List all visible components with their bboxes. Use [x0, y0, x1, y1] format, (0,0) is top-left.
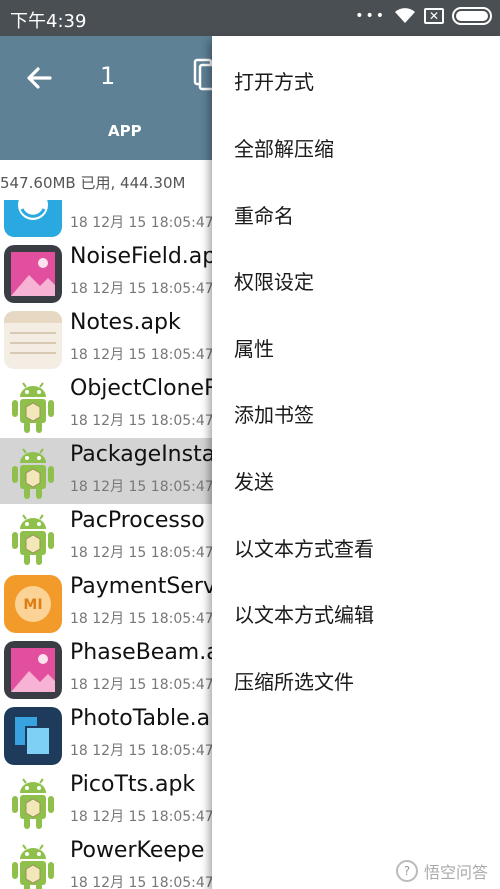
mi-icon: MI: [4, 575, 62, 633]
watermark: ? 悟空问答: [395, 859, 488, 883]
file-name: PicoTts.apk: [70, 772, 196, 797]
file-name: PhaseBeam.a: [70, 640, 220, 665]
file-name: PaymentServ: [70, 574, 216, 599]
menu-item-rename[interactable]: 重命名: [234, 200, 294, 229]
android-icon: [4, 377, 62, 435]
watermark-text: 悟空问答: [423, 863, 488, 882]
status-time: 下午4:39: [10, 11, 87, 32]
file-name: ObjectCloneR: [70, 376, 220, 401]
menu-item-properties[interactable]: 属性: [234, 333, 274, 362]
storage-info: 547.60MB 已用, 444.30M: [0, 174, 186, 192]
signal-dots-icon: •••: [355, 8, 386, 24]
file-meta: 18 12月 15 18:05:47: [70, 545, 214, 561]
android-icon: [4, 773, 62, 831]
sim-x-icon: ✕: [424, 8, 444, 24]
menu-item-add-bookmark[interactable]: 添加书签: [234, 399, 314, 428]
tab-app[interactable]: APP: [108, 122, 142, 140]
file-meta: 18 12月 15 18:05:47: [70, 875, 214, 889]
file-name: PacProcesso: [70, 508, 205, 533]
status-icons: ••• ✕: [355, 7, 492, 25]
file-name: PhotoTable.a: [70, 706, 211, 731]
gallery-icon: [4, 245, 62, 303]
notes-icon: [4, 311, 62, 369]
file-meta: 18 12月 15 18:05:47: [70, 611, 214, 627]
file-name: Notes.apk: [70, 310, 181, 335]
file-meta: 18 12月 15 18:05:47: [70, 347, 214, 363]
wifi-icon: [395, 8, 415, 23]
menu-item-send[interactable]: 发送: [234, 466, 274, 495]
file-meta: 18 12月 15 18:05:47: [70, 215, 214, 231]
file-meta: 18 12月 15 18:05:47: [70, 809, 214, 825]
menu-item-view-as-text[interactable]: 以文本方式查看: [234, 533, 374, 562]
menu-item-permissions[interactable]: 权限设定: [234, 266, 314, 295]
selected-count: 1: [100, 62, 116, 90]
file-name: PackageInsta: [70, 442, 216, 467]
android-icon: [4, 509, 62, 567]
file-meta: 18 12月 15 18:05:47: [70, 677, 214, 693]
svg-text:MI: MI: [23, 597, 42, 613]
watermark-logo-icon: ?: [395, 860, 418, 882]
gallery-icon: [4, 641, 62, 699]
menu-item-open-with[interactable]: 打开方式: [234, 66, 314, 95]
arrow-left-icon[interactable]: [20, 58, 60, 98]
android-icon: [4, 443, 62, 501]
battery-icon: [452, 7, 492, 25]
file-meta: 18 12月 15 18:05:47: [70, 413, 214, 429]
file-name: PowerKeepe: [70, 838, 205, 863]
android-icon: [4, 839, 62, 889]
status-bar: 下午4:39 ••• ✕: [0, 0, 500, 36]
menu-item-compress-selected[interactable]: 压缩所选文件: [234, 666, 354, 695]
phototable-icon: [4, 707, 62, 765]
file-meta: 18 12月 15 18:05:47: [70, 281, 214, 297]
menu-item-edit-as-text[interactable]: 以文本方式编辑: [234, 599, 374, 628]
file-name: NoiseField.ap: [70, 244, 217, 269]
blue-app-icon: [4, 200, 62, 237]
menu-item-extract-all[interactable]: 全部解压缩: [234, 133, 334, 162]
file-meta: 18 12月 15 18:05:47: [70, 743, 214, 759]
context-menu: 打开方式 全部解压缩 重命名 权限设定 属性 添加书签 发送 以文本方式查看 以…: [212, 36, 500, 889]
file-meta: 18 12月 15 18:05:47: [70, 479, 214, 495]
